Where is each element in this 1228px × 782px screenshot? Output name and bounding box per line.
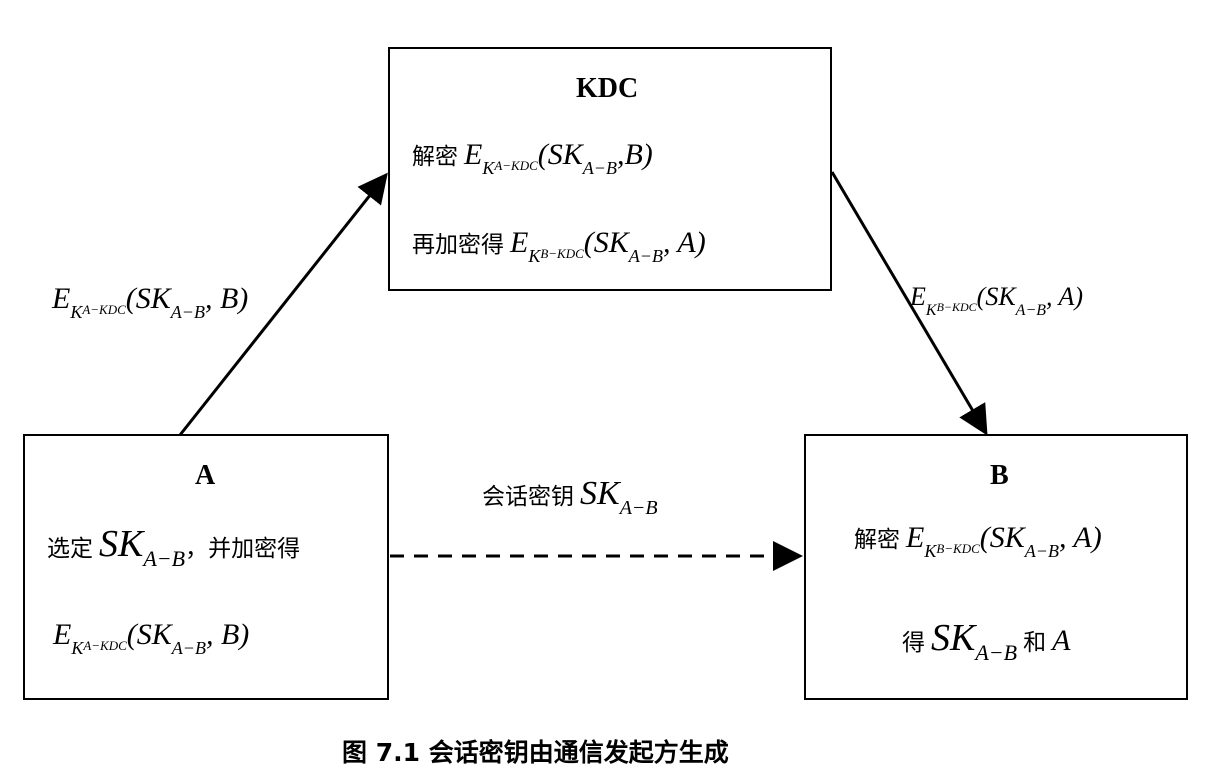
kdc-title: KDC: [576, 73, 639, 104]
node-b-result-line: 得 SK A−B 和 A: [902, 617, 1071, 665]
kdc-decrypt-line: 解密 E K A−KDC (SK A−B ,B): [412, 138, 653, 178]
node-b-title: B: [990, 460, 1009, 491]
kdc-reencrypt-line: 再加密得 E K B−KDC (SK A−B, A): [412, 226, 706, 266]
kdc-box: KDC 解密 E K A−KDC (SK A−B ,B) 再加密得 E K B−KDC (S…: [388, 47, 832, 291]
node-a-title: A: [195, 460, 216, 491]
node-b-decrypt-line: 解密 E K B−KDC (SK A−B, A): [854, 521, 1102, 561]
edge-label-kdc-to-b: E K B−KDC (SK A−B, A): [910, 282, 1084, 319]
figure-caption: 图 7.1 会话密钥由通信发起方生成: [342, 738, 729, 767]
node-a-select-line: 选定 SK A−B ，并加密得: [47, 523, 301, 571]
edge-label-a-to-kdc: E K A−KDC (SK A−B, B): [52, 282, 249, 322]
edge-label-a-to-b: 会话密钥 SK A−B: [482, 475, 658, 519]
node-b-box: B 解密 E K B−KDC (SK A−B, A) 得 SK A−B 和 A: [804, 434, 1188, 700]
node-a-box: A 选定 SK A−B ，并加密得 E K A−KDC (SK A−B, B): [23, 434, 389, 700]
node-a-message-line: E K A−KDC (SK A−B, B): [53, 618, 250, 658]
